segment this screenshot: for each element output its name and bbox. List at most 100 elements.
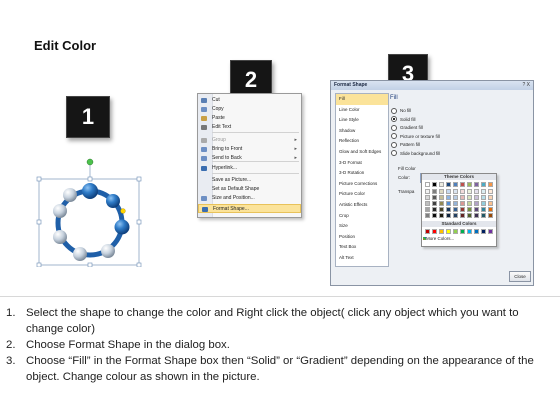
color-swatch[interactable] xyxy=(488,189,493,194)
color-swatch[interactable] xyxy=(467,201,472,206)
color-swatch[interactable] xyxy=(439,201,444,206)
dialog-titlebar[interactable]: Format Shape ? X xyxy=(331,81,533,90)
color-swatch[interactable] xyxy=(453,182,458,187)
color-swatch[interactable] xyxy=(453,195,458,200)
color-swatch[interactable] xyxy=(432,189,437,194)
color-swatch[interactable] xyxy=(439,189,444,194)
color-swatch[interactable] xyxy=(481,207,486,212)
selected-ring-shape[interactable] xyxy=(36,157,146,267)
color-swatch[interactable] xyxy=(446,201,451,206)
menu-item[interactable]: Group ▸ xyxy=(198,136,301,145)
color-swatch[interactable] xyxy=(425,207,430,212)
color-swatch[interactable] xyxy=(453,213,458,218)
color-swatch[interactable] xyxy=(488,182,493,187)
color-swatch[interactable] xyxy=(467,229,472,234)
fill-option-radio[interactable]: Slide background fill xyxy=(391,150,440,157)
color-swatch[interactable] xyxy=(488,213,493,218)
nav-item[interactable]: Picture Color xyxy=(336,189,388,200)
color-swatch[interactable] xyxy=(481,195,486,200)
color-swatch[interactable] xyxy=(467,207,472,212)
color-swatch[interactable] xyxy=(481,201,486,206)
color-swatch[interactable] xyxy=(460,213,465,218)
menu-item[interactable]: Hyperlink... xyxy=(198,164,301,173)
color-swatch[interactable] xyxy=(453,189,458,194)
nav-item[interactable]: Fill xyxy=(336,94,388,105)
color-swatch[interactable] xyxy=(425,189,430,194)
color-swatch[interactable] xyxy=(474,207,479,212)
nav-item[interactable]: Position xyxy=(336,232,388,243)
nav-item[interactable]: Size xyxy=(336,221,388,232)
color-swatch[interactable] xyxy=(467,189,472,194)
color-swatch[interactable] xyxy=(439,195,444,200)
color-swatch[interactable] xyxy=(432,182,437,187)
color-swatch[interactable] xyxy=(425,229,430,234)
color-swatch[interactable] xyxy=(425,213,430,218)
color-swatch[interactable] xyxy=(425,182,430,187)
radio-button[interactable] xyxy=(391,133,397,140)
color-swatch[interactable] xyxy=(432,213,437,218)
color-swatch[interactable] xyxy=(439,207,444,212)
menu-item[interactable]: Cut xyxy=(198,96,301,105)
nav-item[interactable]: Text Box xyxy=(336,242,388,253)
nav-item[interactable]: Crop xyxy=(336,211,388,222)
menu-item[interactable]: Size and Position... xyxy=(198,194,301,203)
adjust-handle[interactable] xyxy=(120,208,126,214)
menu-item[interactable]: Bring to Front ▸ xyxy=(198,145,301,154)
resize-handle-bl[interactable] xyxy=(36,262,42,267)
fill-option-radio[interactable]: Pattern fill xyxy=(391,141,420,148)
color-swatch[interactable] xyxy=(460,229,465,234)
resize-handle-mr[interactable] xyxy=(136,219,142,225)
color-swatch[interactable] xyxy=(460,195,465,200)
radio-button[interactable] xyxy=(391,150,397,157)
color-swatch[interactable] xyxy=(446,213,451,218)
color-swatch[interactable] xyxy=(439,229,444,234)
close-button[interactable]: Close xyxy=(509,271,531,282)
color-swatch[interactable] xyxy=(474,201,479,206)
color-swatch[interactable] xyxy=(432,195,437,200)
menu-item[interactable]: Edit Text xyxy=(198,123,301,132)
resize-handle-tm[interactable] xyxy=(87,176,93,182)
color-swatch[interactable] xyxy=(432,229,437,234)
nav-item[interactable]: Shadow xyxy=(336,126,388,137)
nav-item[interactable]: Reflection xyxy=(336,136,388,147)
color-swatch[interactable] xyxy=(474,195,479,200)
color-swatch[interactable] xyxy=(474,229,479,234)
color-swatch[interactable] xyxy=(488,201,493,206)
fill-option-radio[interactable]: No fill xyxy=(391,107,411,114)
color-swatch[interactable] xyxy=(481,213,486,218)
color-swatch[interactable] xyxy=(481,229,486,234)
menu-item[interactable]: Copy xyxy=(198,105,301,114)
color-swatch[interactable] xyxy=(488,229,493,234)
nav-item[interactable]: Alt Text xyxy=(336,253,388,264)
color-swatch[interactable] xyxy=(474,213,479,218)
fill-option-radio[interactable]: Picture or texture fill xyxy=(391,133,440,140)
radio-button[interactable] xyxy=(391,116,397,123)
color-swatch[interactable] xyxy=(467,182,472,187)
color-swatch[interactable] xyxy=(446,182,451,187)
nav-item[interactable]: Picture Corrections xyxy=(336,179,388,190)
color-swatch[interactable] xyxy=(453,229,458,234)
menu-item[interactable]: Format Shape... xyxy=(198,204,301,213)
color-swatch[interactable] xyxy=(467,195,472,200)
resize-handle-ml[interactable] xyxy=(36,219,42,225)
nav-item[interactable]: 3-D Format xyxy=(336,158,388,169)
radio-button[interactable] xyxy=(391,141,397,148)
color-swatch[interactable] xyxy=(432,201,437,206)
color-swatch[interactable] xyxy=(432,207,437,212)
radio-button[interactable] xyxy=(391,107,397,114)
color-swatch[interactable] xyxy=(467,213,472,218)
resize-handle-tr[interactable] xyxy=(136,176,142,182)
color-swatch[interactable] xyxy=(460,189,465,194)
color-swatch[interactable] xyxy=(488,195,493,200)
color-swatch[interactable] xyxy=(446,229,451,234)
nav-item[interactable]: 3-D Rotation xyxy=(336,168,388,179)
dialog-help-close-buttons[interactable]: ? X xyxy=(522,82,530,88)
color-swatch[interactable] xyxy=(474,189,479,194)
color-swatch[interactable] xyxy=(439,182,444,187)
color-swatch[interactable] xyxy=(425,201,430,206)
color-swatch[interactable] xyxy=(425,195,430,200)
nav-item[interactable]: Line Style xyxy=(336,115,388,126)
fill-option-radio[interactable]: Solid fill xyxy=(391,116,416,123)
more-colors-link[interactable]: More Colors... xyxy=(426,236,454,241)
resize-handle-bm[interactable] xyxy=(87,262,93,267)
